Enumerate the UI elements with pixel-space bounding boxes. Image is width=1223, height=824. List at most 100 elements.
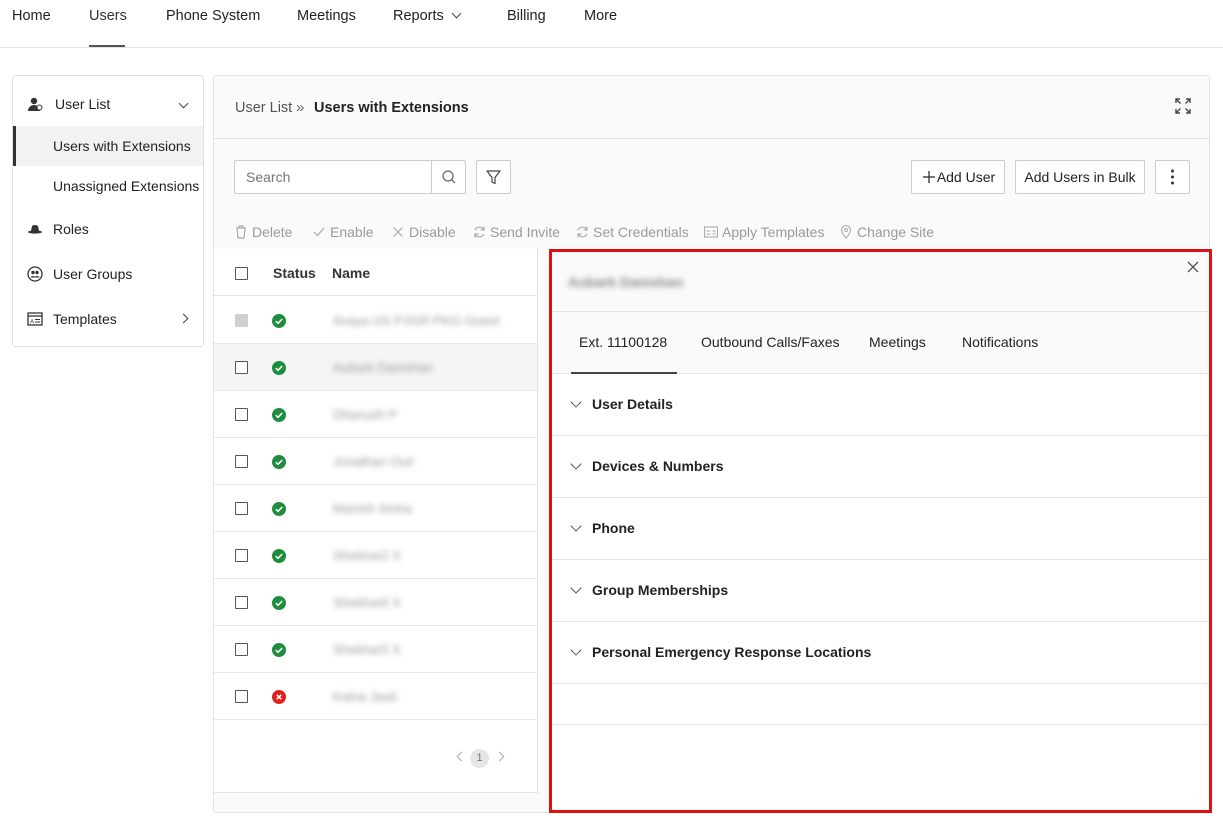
section-emergency-locations[interactable]: Personal Emergency Response Locations <box>552 622 1209 684</box>
user-detail-panel: Aubark Danishan Ext. 11100128 Outbound C… <box>549 249 1212 813</box>
breadcrumb-user-list[interactable]: User List <box>235 100 292 116</box>
row-checkbox[interactable] <box>235 643 248 656</box>
table-row[interactable]: Kalna Jasit <box>214 673 537 720</box>
change-site-button[interactable]: Change Site <box>840 224 934 240</box>
search-box <box>234 160 466 194</box>
row-checkbox[interactable] <box>235 596 248 609</box>
row-checkbox[interactable] <box>235 408 248 421</box>
user-name: Dhanush P <box>333 407 398 422</box>
table-row[interactable]: Shekhar6 X <box>214 579 537 626</box>
pagination: 1 <box>454 749 514 771</box>
set-credentials-label: Set Credentials <box>593 224 689 240</box>
status-error-icon <box>272 690 286 704</box>
fullscreen-icon[interactable] <box>1175 98 1191 114</box>
delete-button[interactable]: Delete <box>235 224 292 240</box>
disable-button[interactable]: Disable <box>392 224 456 240</box>
section-group-memberships[interactable]: Group Memberships <box>552 560 1209 622</box>
nav-reports-label: Reports <box>393 8 444 24</box>
chevron-down-icon <box>178 98 189 109</box>
side-menu: User List Users with Extensions Unassign… <box>12 75 204 347</box>
template-icon: A <box>27 312 43 326</box>
search-button[interactable] <box>431 161 465 193</box>
more-options-button[interactable] <box>1155 160 1190 194</box>
sidebar-item-users-with-extensions[interactable]: Users with Extensions <box>13 126 203 166</box>
row-checkbox[interactable] <box>235 502 248 515</box>
row-checkbox[interactable] <box>235 690 248 703</box>
row-checkbox[interactable] <box>235 549 248 562</box>
svg-text:A: A <box>30 320 34 326</box>
section-title: Personal Emergency Response Locations <box>592 644 872 660</box>
change-site-label: Change Site <box>857 224 935 240</box>
section-user-details[interactable]: User Details <box>552 374 1209 436</box>
search-input[interactable] <box>235 161 432 193</box>
user-group-icon <box>27 266 43 282</box>
status-active-icon <box>272 549 286 563</box>
nav-more[interactable]: More <box>584 0 617 48</box>
close-icon[interactable] <box>1187 261 1199 273</box>
tab-notifications[interactable]: Notifications <box>962 312 1038 373</box>
close-icon <box>393 227 403 237</box>
row-checkbox <box>235 314 248 327</box>
column-header-status[interactable]: Status <box>273 265 316 281</box>
page-number[interactable]: 1 <box>470 749 489 768</box>
nav-users[interactable]: Users <box>89 0 127 48</box>
user-name: Shekhar6 X <box>333 595 401 610</box>
section-devices-numbers[interactable]: Devices & Numbers <box>552 436 1209 498</box>
sidebar-item-templates[interactable]: A Templates <box>13 299 203 339</box>
sidebar-item-label: User Groups <box>53 266 133 282</box>
detail-tabs: Ext. 11100128 Outbound Calls/Faxes Meeti… <box>552 312 1209 374</box>
sidebar-item-label: User List <box>55 96 111 112</box>
section-title: Devices & Numbers <box>592 458 724 474</box>
nav-home[interactable]: Home <box>12 0 51 48</box>
chevron-right-icon[interactable] <box>494 751 505 762</box>
detail-user-name: Aubark Danishan <box>568 274 684 290</box>
table-row[interactable]: Dhanush P <box>214 391 537 438</box>
table-row[interactable]: Aubark Danishan <box>214 344 537 391</box>
trash-icon <box>236 225 246 239</box>
table-row[interactable]: Shekhar2 X <box>214 532 537 579</box>
tab-meetings[interactable]: Meetings <box>869 312 926 373</box>
sidebar-item-label: Roles <box>53 221 89 237</box>
user-table: Status Name Avaya US PJGR-PKG-Guest Auba… <box>214 249 538 793</box>
sidebar-item-user-list[interactable]: User List <box>13 84 203 124</box>
tab-outbound-calls-faxes[interactable]: Outbound Calls/Faxes <box>701 312 840 373</box>
tab-extension[interactable]: Ext. 11100128 <box>570 312 678 374</box>
apply-templates-button[interactable]: Apply Templates <box>704 224 824 240</box>
set-credentials-button[interactable]: Set Credentials <box>576 224 689 240</box>
search-icon <box>442 170 456 184</box>
section-phone[interactable]: Phone <box>552 498 1209 560</box>
apply-templates-label: Apply Templates <box>722 224 825 240</box>
add-user-button[interactable]: Add User <box>911 160 1005 194</box>
table-row[interactable]: Manish Sinha <box>214 485 537 532</box>
select-all-checkbox[interactable] <box>235 267 248 280</box>
chevron-down-icon <box>570 458 582 470</box>
table-row[interactable]: Avaya US PJGR-PKG-Guest <box>214 297 537 344</box>
table-header: Status Name <box>214 249 537 296</box>
nav-reports[interactable]: Reports <box>393 0 462 48</box>
status-active-icon <box>272 596 286 610</box>
delete-label: Delete <box>252 224 293 240</box>
chevron-left-icon[interactable] <box>456 751 467 762</box>
table-row[interactable]: Shekhar5 X <box>214 626 537 673</box>
status-active-icon <box>272 361 286 375</box>
sidebar-item-user-groups[interactable]: User Groups <box>13 254 203 294</box>
sidebar-item-unassigned-extensions[interactable]: Unassigned Extensions <box>13 166 203 206</box>
table-row[interactable]: Jonathan Ouil <box>214 438 537 485</box>
user-name: Jonathan Ouil <box>333 454 414 469</box>
nav-meetings[interactable]: Meetings <box>297 0 356 48</box>
row-checkbox[interactable] <box>235 455 248 468</box>
filter-button[interactable] <box>476 160 511 194</box>
send-invite-button[interactable]: Send Invite <box>473 224 560 240</box>
sidebar-item-roles[interactable]: Roles <box>13 209 203 249</box>
kebab-menu-icon <box>1171 169 1174 185</box>
row-checkbox[interactable] <box>235 361 248 374</box>
add-users-in-bulk-button[interactable]: Add Users in Bulk <box>1015 160 1145 194</box>
nav-billing[interactable]: Billing <box>507 0 546 48</box>
user-list-icon <box>28 97 43 111</box>
nav-phone-system[interactable]: Phone System <box>166 0 260 48</box>
enable-button[interactable]: Enable <box>313 224 374 240</box>
bulk-action-toolbar: Delete Enable Disable Send Invite Set Cr… <box>214 216 1209 248</box>
detail-header: Aubark Danishan <box>552 252 1209 312</box>
status-active-icon <box>272 502 286 516</box>
column-header-name[interactable]: Name <box>332 265 370 281</box>
